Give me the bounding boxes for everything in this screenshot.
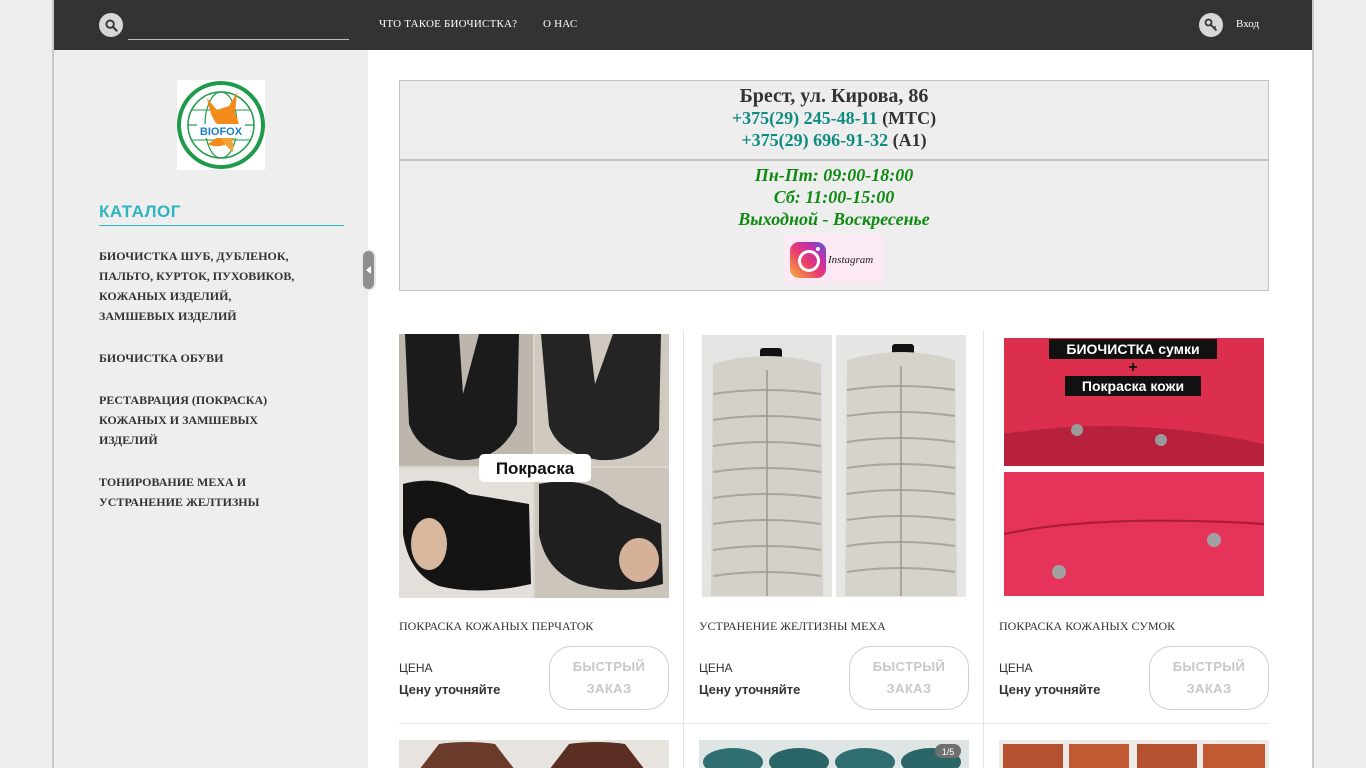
image-caption: + [1128, 359, 1137, 376]
product-image-bag[interactable]: БИОЧИСТКА сумки + Покраска кожи [999, 334, 1269, 598]
slider-counter: 1/5 [942, 747, 955, 757]
hours-dayoff: Выходной - Воскресенье [738, 209, 930, 229]
svg-text:BIOFOX: BIOFOX [200, 126, 243, 138]
product-image-shoes[interactable]: 1/5 [699, 740, 969, 768]
image-caption: Покраска кожи [1082, 378, 1184, 394]
catalog-item-text: УСТРАНЕНИЕ ЖЕЛТИЗНЫ [99, 495, 260, 509]
catalog-item-text: БИОЧИСТКА ОБУВИ [99, 351, 224, 365]
catalog-item-text: КОЖАНЫХ И ЗАМШЕВЫХ [99, 413, 259, 427]
price-value: Цену уточняйте [399, 682, 501, 697]
nav-link-what-is-biocleaning[interactable]: ЧТО ТАКОЕ БИОЧИСТКА? [379, 18, 517, 30]
phone-mts: +375(29) 245-48-11 (МТС) [400, 108, 1268, 129]
instagram-label: Instagram [828, 253, 874, 266]
quick-order-button[interactable]: БЫСТРЫЙ ЗАКАЗ [549, 646, 669, 710]
catalog-item-text: КОЖАНЫХ ИЗДЕЛИЙ, [99, 289, 232, 303]
catalog-item-text: ЗАМШЕВЫХ ИЗДЕЛИЙ [99, 309, 237, 323]
product-card: УСТРАНЕНИЕ ЖЕЛТИЗНЫ МЕХА ЦЕНА Цену уточн… [699, 330, 969, 724]
search-input[interactable] [128, 14, 349, 40]
biofox-logo[interactable]: BIOFOX [177, 80, 265, 170]
catalog-item-text: ТОНИРОВАНИЕ МЕХА И [99, 475, 247, 489]
product-title[interactable]: ПОКРАСКА КОЖАНЫХ ПЕРЧАТОК [399, 619, 593, 634]
image-caption: Покраска [496, 459, 575, 478]
contact-info-box: Брест, ул. Кирова, 86 +375(29) 245-48-11… [399, 80, 1269, 291]
catalog-list: БИОЧИСТКА ШУБ, ДУБЛЕНОК, ПАЛЬТО, КУРТОК,… [99, 246, 319, 534]
address: Брест, ул. Кирова, 86 [739, 85, 929, 107]
product-card: Покраска ПОКРАСКА КОЖАНЫХ ПЕРЧАТОК ЦЕНА … [399, 330, 669, 724]
hours-saturday: Сб: 11:00-15:00 [773, 187, 895, 207]
phone-mts-operator: (МТС) [877, 108, 937, 128]
catalog-item-cleaning-shoes[interactable]: БИОЧИСТКА ОБУВИ [99, 348, 319, 368]
grid-separator [683, 330, 684, 768]
product-card: БИОЧИСТКА сумки + Покраска кожи ПОКРАСКА… [999, 330, 1269, 724]
phone-a1-operator: (А1) [888, 130, 927, 150]
price-label: ЦЕНА [699, 661, 733, 675]
catalog-title: КАТАЛОГ [99, 202, 344, 226]
product-image-fur-vest[interactable] [699, 334, 969, 598]
grid-separator [983, 330, 984, 768]
catalog-item-cleaning-coats[interactable]: БИОЧИСТКА ШУБ, ДУБЛЕНОК, ПАЛЬТО, КУРТОК,… [99, 246, 319, 326]
catalog-item-restoration[interactable]: РЕСТАВРАЦИЯ (ПОКРАСКА) КОЖАНЫХ И ЗАМШЕВЫ… [99, 390, 319, 450]
quick-order-button[interactable]: БЫСТРЫЙ ЗАКАЗ [1149, 646, 1269, 710]
hours-weekdays: Пн-Пт: 09:00-18:00 [754, 165, 914, 185]
catalog-item-text: РЕСТАВРАЦИЯ (ПОКРАСКА) [99, 393, 268, 407]
catalog-item-text: ИЗДЕЛИЙ [99, 433, 158, 447]
catalog-item-text: ПАЛЬТО, КУРТОК, ПУХОВИКОВ, [99, 269, 295, 283]
login-link[interactable]: Вход [1236, 18, 1259, 30]
price-label: ЦЕНА [399, 661, 433, 675]
catalog-item-fur-toning[interactable]: ТОНИРОВАНИЕ МЕХА И УСТРАНЕНИЕ ЖЕЛТИЗНЫ [99, 472, 319, 512]
key-icon[interactable] [1199, 13, 1223, 37]
top-navigation-bar: ЧТО ТАКОЕ БИОЧИСТКА? О НАС Вход [54, 0, 1312, 50]
instagram-link[interactable]: Instagram [784, 234, 884, 285]
phone-a1: +375(29) 696-91-32 (А1) [400, 130, 1268, 151]
contact-divider [400, 159, 1268, 161]
sidebar: BIOFOX КАТАЛОГ БИОЧИСТКА ШУБ, ДУБЛЕНОК, … [54, 50, 376, 768]
price-value: Цену уточняйте [699, 682, 801, 697]
catalog-item-text: БИОЧИСТКА ШУБ, ДУБЛЕНОК, [99, 249, 289, 263]
nav-link-about[interactable]: О НАС [543, 18, 577, 30]
phone-mts-number[interactable]: +375(29) 245-48-11 [732, 108, 878, 128]
price-value: Цену уточняйте [999, 682, 1101, 697]
phone-a1-number[interactable]: +375(29) 696-91-32 [741, 130, 888, 150]
collapse-arrow-icon [366, 266, 371, 274]
search-icon[interactable] [99, 13, 123, 37]
product-title[interactable]: ПОКРАСКА КОЖАНЫХ СУМОК [999, 619, 1175, 634]
instagram-icon [790, 241, 826, 278]
product-image-gloves[interactable]: Покраска [399, 334, 669, 598]
price-label: ЦЕНА [999, 661, 1033, 675]
quick-order-button[interactable]: БЫСТРЫЙ ЗАКАЗ [849, 646, 969, 710]
page-frame: ЧТО ТАКОЕ БИОЧИСТКА? О НАС Вход BIOFOX К… [52, 0, 1314, 768]
product-title[interactable]: УСТРАНЕНИЕ ЖЕЛТИЗНЫ МЕХА [699, 619, 886, 634]
product-image-boots[interactable] [999, 740, 1269, 768]
sidebar-collapse-handle[interactable] [361, 249, 376, 291]
image-caption: БИОЧИСТКА сумки [1066, 341, 1199, 357]
product-image-jacket[interactable] [399, 740, 669, 768]
